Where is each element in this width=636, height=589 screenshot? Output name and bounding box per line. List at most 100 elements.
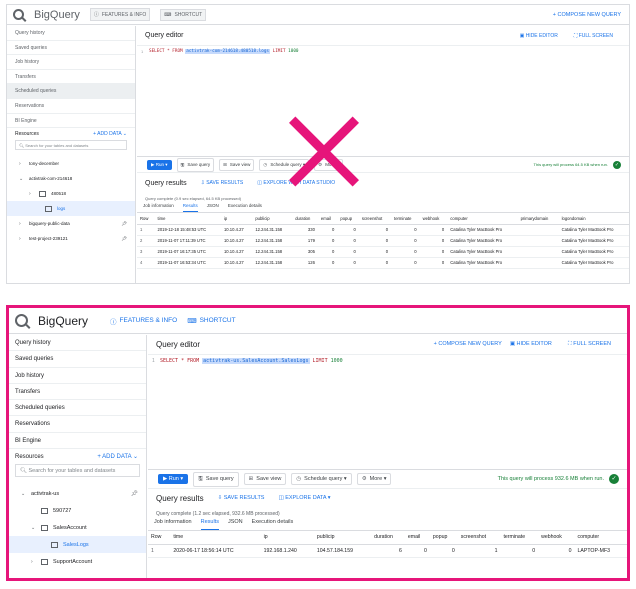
hide-editor-button[interactable]: ▣ HIDE EDITOR [520,33,566,39]
nav-scheduled-queries[interactable]: Scheduled queries [7,84,135,99]
more-button[interactable]: ⚙ More ▾ [356,473,392,485]
query-text[interactable]: SELECT * FROM activtrak-com-214618.48051… [149,49,299,54]
column-header: time [170,531,261,545]
query-editor[interactable]: 1 SELECT * FROM activtrak-us.SalesAccoun… [148,355,627,470]
tree-item[interactable]: › SupportAccount [9,553,146,570]
nav-reservations[interactable]: Reservations [7,99,135,114]
tab-job-information[interactable]: Job information [143,203,174,212]
tree-item[interactable]: › bigquery-public-data 📌︎ [7,216,135,231]
schedule-query-button[interactable]: ◷ Schedule query ▾ [291,473,352,485]
query-toolbar: ▶ Run ▾ 🖫︎ Save query ⊞ Save view ◷ Schedul… [137,157,629,173]
explore-data-button[interactable]: ◫ EXPLORE DATA ▾ [278,495,330,501]
top-bar: BigQuery ⓘ FEATURES & INFO ⌨ SHORTCUT [9,308,627,334]
tab-execution-details[interactable]: Execution details [228,203,262,212]
check-icon: ✓ [609,474,619,484]
nav-bi-engine[interactable]: BI Engine [9,433,146,450]
nav-transfers[interactable]: Transfers [9,384,146,401]
table-icon [51,541,58,548]
validation-message: This query will process 64.5 KB when run… [533,160,621,169]
save-results-button[interactable]: ⇩ SAVE RESULTS [201,180,244,186]
schedule-query-button[interactable]: ◷ Schedule query ▾ [259,158,310,171]
clock-icon: ◷ [296,476,302,482]
add-data-button[interactable]: + ADD DATA ⌄ [97,453,138,460]
tree-item[interactable]: ⌄ SalesAccount [9,519,146,536]
tab-json[interactable]: JSON [207,203,219,212]
expand-arrow-icon[interactable]: ⌄ [19,176,25,182]
tree-item-selected[interactable]: logs [7,201,135,217]
save-icon: 🖫︎ [198,475,203,482]
nav-saved-queries[interactable]: Saved queries [7,41,135,56]
tab-job-information[interactable]: Job information [154,519,192,530]
save-results-button[interactable]: ⇩ SAVE RESULTS [218,495,265,501]
tree-item-selected[interactable]: SalesLogs [9,536,146,554]
save-query-button[interactable]: 🖫︎ Save query [176,157,215,172]
full-screen-button[interactable]: ⛶ FULL SCREEN [574,33,621,39]
nav-saved-queries[interactable]: Saved queries [9,351,146,368]
tree-item[interactable]: › 480518 [7,186,135,201]
pin-icon[interactable]: 📌︎ [121,236,127,242]
run-button[interactable]: ▶ Run ▾ [147,159,172,170]
resource-search-input[interactable]: 🔍︎ Search for your tables and datasets [15,140,127,151]
pin-icon[interactable]: 📌︎ [121,221,127,227]
table-row: 1 2019-12-18 15:48:53 UTC 10.10.4.27 12.244… [137,224,629,236]
save-view-button[interactable]: ⊞ Save view [243,473,287,485]
nav-job-history[interactable]: Job history [7,55,135,70]
column-header: time [154,213,221,225]
column-header: computer [574,531,627,545]
expand-arrow-icon[interactable]: ⌄ [21,491,27,497]
shortcut-button[interactable]: ⌨ SHORTCUT [160,8,207,21]
expand-arrow-icon[interactable]: › [19,161,25,167]
nav-query-history[interactable]: Query history [9,335,146,352]
explore-data-studio-button[interactable]: ◫ EXPLORE WITH DATA STUDIO [257,180,335,186]
expand-arrow-icon[interactable]: ⌄ [31,525,37,531]
nav-transfers[interactable]: Transfers [7,70,135,85]
expand-arrow-icon[interactable]: › [29,191,35,197]
editor-header: Query editor + COMPOSE NEW QUERY ▣ HIDE … [148,335,627,355]
save-query-button[interactable]: 🖫︎ Save query [193,471,239,487]
results-title: Query results [145,179,187,187]
tree-item[interactable]: › tony-december [7,156,135,171]
more-button[interactable]: ⚙ More ▾ [314,158,343,171]
pin-icon[interactable]: 📌︎ [131,491,138,497]
expand-arrow-icon[interactable]: › [19,236,25,242]
tab-results[interactable]: Results [182,203,198,212]
nav-job-history[interactable]: Job history [9,368,146,384]
keyboard-icon: ⌨ [164,11,172,18]
tree-item[interactable]: ⌄ activtrak-us 📌︎ [9,485,146,502]
editor-title: Query editor [156,340,201,349]
main-area: Query editor ▣ HIDE EDITOR ⛶ FULL SCREEN… [137,26,629,283]
expand-arrow-icon[interactable]: › [19,221,25,227]
nav-query-history[interactable]: Query history [7,26,135,41]
tab-execution-details[interactable]: Execution details [252,519,294,530]
compose-new-query-button[interactable]: + COMPOSE NEW QUERY [553,12,621,18]
sidebar: Query history Saved queries Job history … [7,26,136,283]
save-view-button[interactable]: ⊞ Save view [219,158,255,171]
dataset-icon [41,507,48,514]
shortcut-button[interactable]: ⌨ SHORTCUT [187,317,235,325]
tree-item[interactable]: ⌄ activtrak-com-214618 [7,171,135,186]
features-info-button[interactable]: ⓘ FEATURES & INFO [110,316,177,326]
query-editor[interactable]: 1 SELECT * FROM activtrak-com-214618.480… [137,46,629,157]
editor-title: Query editor [145,32,184,39]
tab-json[interactable]: JSON [228,519,243,530]
column-header: terminate [391,213,420,225]
run-button[interactable]: ▶ Run ▾ [158,474,189,484]
query-text[interactable]: SELECT * FROM activtrak-us.SalesAccount.… [160,358,343,364]
compose-new-query-button[interactable]: + COMPOSE NEW QUERY [434,341,502,348]
bigquery-logo-icon [13,9,24,20]
results-header: Query results ⇩ SAVE RESULTS ◫ EXPLORE W… [137,173,629,193]
hide-editor-button[interactable]: ▣ HIDE EDITOR [510,341,560,348]
full-screen-button[interactable]: ⛶ FULL SCREEN [568,341,619,348]
tree-item[interactable]: 590727 [9,502,146,519]
nav-bi-engine[interactable]: BI Engine [7,114,135,129]
features-info-button[interactable]: ⓘ FEATURES & INFO [89,8,151,21]
add-data-button[interactable]: + ADD DATA ⌄ [93,131,127,137]
tree-item[interactable]: › test-project-239121 📌︎ [7,231,135,246]
tab-results[interactable]: Results [200,519,219,530]
nav-scheduled-queries[interactable]: Scheduled queries [9,400,146,417]
column-header: Row [137,213,155,225]
resources-label: Resources [15,131,39,138]
expand-arrow-icon[interactable]: › [31,559,37,565]
nav-reservations[interactable]: Reservations [9,416,146,433]
resource-search-input[interactable]: 🔍︎ Search for your tables and datasets [15,464,140,478]
